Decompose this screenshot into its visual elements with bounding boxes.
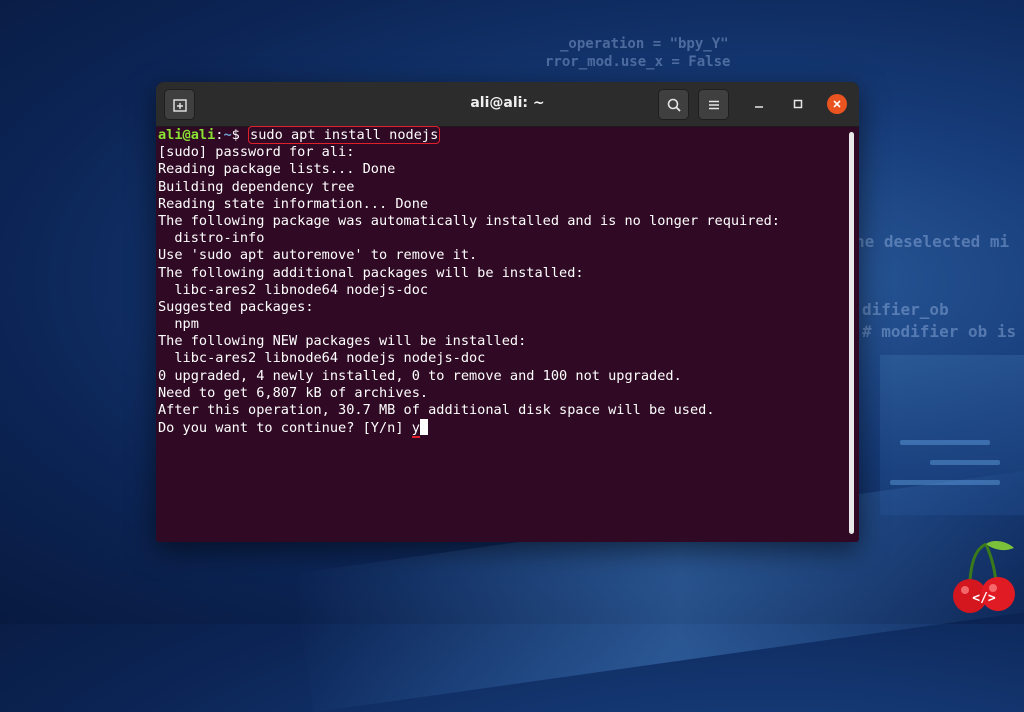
output-line: libc-ares2 libnode64 nodejs nodejs-doc [158, 350, 486, 367]
prompt-symbol: $ [231, 127, 249, 143]
command-text: sudo apt install nodejs [248, 126, 441, 144]
output-line: Use 'sudo apt autoremove' to remove it. [158, 247, 478, 264]
prompt-line: ali@ali:~$ sudo apt install nodejs [158, 126, 846, 144]
background-code-text: he deselected mi [855, 232, 1010, 251]
output-line: distro-info [158, 230, 265, 247]
minimize-icon [755, 106, 763, 108]
text-cursor [419, 419, 428, 436]
output-line: Suggested packages: [158, 298, 314, 315]
confirm-question: Do you want to continue? [Y/n] [158, 420, 412, 437]
hamburger-menu-icon [708, 100, 719, 109]
background-panel [880, 355, 1024, 515]
prompt-user: ali@ali [158, 127, 216, 143]
output-line: Building dependency tree [158, 178, 355, 195]
cherry-logo-icon: </> [953, 541, 1015, 613]
maximize-button[interactable] [788, 94, 808, 114]
output-line: [sudo] password for ali: [158, 144, 355, 161]
title-bar[interactable]: ali@ali: ~ [156, 82, 859, 127]
close-button[interactable] [827, 94, 847, 114]
background-bar [890, 480, 1000, 485]
minimize-button[interactable] [749, 94, 769, 114]
output-line: The following package was automatically … [158, 212, 780, 229]
background-code-text: difier_ob [862, 300, 949, 319]
confirm-line: Do you want to continue? [Y/n] y [158, 419, 846, 439]
logo-text: </> [972, 591, 996, 606]
output-line: The following additional packages will b… [158, 264, 584, 281]
output-line: libc-ares2 libnode64 nodejs-doc [158, 281, 429, 298]
output-line: Reading state information... Done [158, 195, 429, 212]
search-icon [667, 98, 681, 112]
terminal-window: ali@ali: ~ ali@ali:~$ sudo apt install n… [156, 82, 859, 542]
output-line: 0 upgraded, 4 newly installed, 0 to remo… [158, 367, 682, 384]
close-icon [833, 100, 841, 108]
background-code-text: rror_mod.use_x = False [545, 54, 731, 70]
background-bar [930, 460, 1000, 465]
menu-button[interactable] [698, 89, 729, 120]
confirm-answer: y [411, 420, 420, 439]
terminal-output[interactable]: ali@ali:~$ sudo apt install nodejs [sudo… [156, 126, 846, 539]
maximize-icon [793, 99, 803, 109]
search-button[interactable] [658, 89, 689, 120]
background-code-text: _operation = "bpy_Y" [560, 36, 729, 52]
output-line: The following NEW packages will be insta… [158, 333, 527, 350]
output-line: After this operation, 30.7 MB of additio… [158, 402, 715, 418]
output-line: Need to get 6,807 kB of archives. [158, 384, 429, 401]
output-line: npm [158, 316, 199, 333]
output-lines: [sudo] password for ali: Reading package … [158, 144, 846, 419]
background-code-text: # modifier ob is [862, 322, 1017, 341]
output-line: Reading package lists... Done [158, 161, 396, 178]
prompt-path: ~ [223, 127, 232, 143]
scrollbar[interactable] [849, 132, 854, 534]
background-bar [900, 440, 990, 445]
